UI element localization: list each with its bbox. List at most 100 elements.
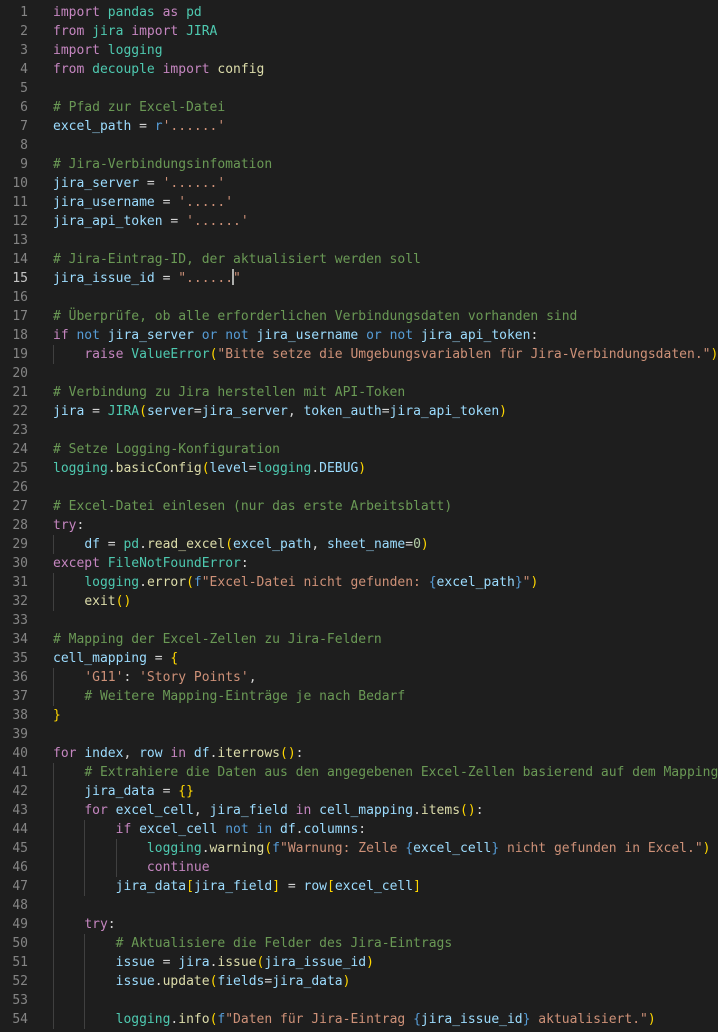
code-line[interactable]: 21 # Verbindung zu Jira herstellen mit AP…	[0, 383, 718, 402]
code-text: issue.update(fields=jira_data)	[53, 972, 351, 991]
code-token: ]	[272, 879, 281, 894]
code-line[interactable]: 35 cell_mapping = {	[0, 649, 718, 668]
code-line[interactable]: 12 jira_api_token = '......'	[0, 212, 718, 231]
line-number: 40	[12, 746, 28, 761]
code-line[interactable]: 32 exit()	[0, 592, 718, 611]
code-text: }	[53, 706, 61, 725]
code-line[interactable]: 24 # Setze Logging-Konfiguration	[0, 440, 718, 459]
code-line[interactable]: 11 jira_username = '.....'	[0, 193, 718, 212]
code-line[interactable]: 48	[0, 896, 718, 915]
code-line[interactable]: 34 # Mapping der Excel-Zellen zu Jira-Fel…	[0, 630, 718, 649]
code-line[interactable]: 40 for index, row in df.iterrows():	[0, 744, 718, 763]
code-line[interactable]: 41 # Extrahiere die Daten aus den angege…	[0, 763, 718, 782]
code-line[interactable]: 37 # Weitere Mapping-Einträge je nach Be…	[0, 687, 718, 706]
code-token: error	[146, 575, 187, 590]
line-number: 38	[12, 708, 28, 723]
line-number: 47	[12, 879, 28, 894]
code-token: not	[389, 328, 414, 343]
code-token: index	[84, 746, 124, 761]
code-text: exit()	[53, 592, 131, 611]
code-line[interactable]: 20	[0, 364, 718, 383]
code-token: except	[53, 556, 100, 571]
code-editor[interactable]: 1 import pandas as pd 2 from jira import JI…	[0, 0, 718, 1032]
code-token: {	[170, 651, 179, 666]
code-line[interactable]: 33	[0, 611, 718, 630]
code-line[interactable]: 3 import logging	[0, 41, 718, 60]
code-token: logging	[84, 575, 140, 590]
code-line[interactable]: 9 # Jira-Verbindungsinfomation	[0, 155, 718, 174]
code-line[interactable]: 1 import pandas as pd	[0, 3, 718, 22]
code-line[interactable]: 25 logging.basicConfig(level=logging.DEBU…	[0, 459, 718, 478]
code-text: # Jira-Verbindungsinfomation	[53, 155, 272, 174]
code-text: from decouple import config	[53, 60, 264, 79]
code-line[interactable]: 53	[0, 991, 718, 1010]
code-line[interactable]: 52 issue.update(fields=jira_data)	[0, 972, 718, 991]
code-line[interactable]: 28 try:	[0, 516, 718, 535]
code-line[interactable]: 29 df = pd.read_excel(excel_path, sheet_…	[0, 535, 718, 554]
code-token: read_excel	[146, 537, 226, 552]
code-line[interactable]: 44 if excel_cell not in df.columns:	[0, 820, 718, 839]
code-line[interactable]: 31 logging.error(f"Excel-Datei nicht gef…	[0, 573, 718, 592]
code-token: excel_cell	[115, 803, 194, 818]
code-token: jira	[92, 24, 124, 39]
line-number: 44	[12, 822, 28, 837]
code-line[interactable]: 6 # Pfad zur Excel-Datei	[0, 98, 718, 117]
code-token: )	[499, 404, 507, 419]
code-token: jira_field	[209, 803, 288, 818]
code-line[interactable]: 54 logging.info(f"Daten für Jira-Eintrag…	[0, 1010, 718, 1029]
line-number: 46	[12, 860, 28, 875]
line-number: 34	[12, 632, 28, 647]
code-line[interactable]: 46 continue	[0, 858, 718, 877]
code-line[interactable]: 39	[0, 725, 718, 744]
code-line[interactable]: 45 logging.warning(f"Warnung: Zelle {exc…	[0, 839, 718, 858]
code-token: jira_data	[115, 879, 187, 894]
code-line[interactable]: 15 jira_issue_id = "......"	[0, 269, 718, 288]
code-token: iterrows	[217, 746, 281, 761]
code-line[interactable]: 7 excel_path = r'......'	[0, 117, 718, 136]
code-token: =	[264, 974, 273, 989]
code-line[interactable]: 18 if not jira_server or not jira_usernam…	[0, 326, 718, 345]
code-line[interactable]: 19 raise ValueError("Bitte setze die Umg…	[0, 345, 718, 364]
code-line[interactable]: 23	[0, 421, 718, 440]
code-line[interactable]: 30 except FileNotFoundError:	[0, 554, 718, 573]
code-line[interactable]: 16	[0, 288, 718, 307]
code-line[interactable]: 43 for excel_cell, jira_field in cell_ma…	[0, 801, 718, 820]
code-token: # Aktualisiere die Felder des Jira-Eintr…	[115, 936, 453, 951]
code-line[interactable]: 26	[0, 478, 718, 497]
code-lines[interactable]: 1 import pandas as pd 2 from jira import JI…	[0, 3, 718, 1029]
line-number: 6	[20, 100, 28, 115]
code-line[interactable]: 50 # Aktualisiere die Felder des Jira-Ei…	[0, 934, 718, 953]
line-number: 7	[20, 119, 28, 134]
code-line[interactable]: 38}	[0, 706, 718, 725]
code-line[interactable]: 8	[0, 136, 718, 155]
code-line[interactable]: 5	[0, 79, 718, 98]
code-line[interactable]: 49 try:	[0, 915, 718, 934]
code-line[interactable]: 10 jira_server = '......'	[0, 174, 718, 193]
code-line[interactable]: 47 jira_data[jira_field] = row[excel_cel…	[0, 877, 718, 896]
code-line[interactable]: 2 from jira import JIRA	[0, 22, 718, 41]
code-token: jira	[178, 955, 210, 970]
code-text: if excel_cell not in df.columns:	[53, 820, 367, 839]
code-token: =	[280, 879, 304, 894]
code-token: )	[342, 974, 351, 989]
code-line[interactable]: 42 jira_data = {}	[0, 782, 718, 801]
code-token: logging	[115, 1012, 171, 1027]
code-line[interactable]: 13	[0, 231, 718, 250]
code-line[interactable]: 14 # Jira-Eintrag-ID, der aktualisiert we…	[0, 250, 718, 269]
code-line[interactable]: 51 issue = jira.issue(jira_issue_id)	[0, 953, 718, 972]
code-line[interactable]: 22 jira = JIRA(server=jira_server, token_…	[0, 402, 718, 421]
line-number: 37	[12, 689, 28, 704]
code-line[interactable]: 4 from decouple import config	[0, 60, 718, 79]
code-token: nicht gefunden in Excel."	[499, 841, 703, 856]
code-text: # Pfad zur Excel-Datei	[53, 98, 225, 117]
code-line[interactable]: 27 # Excel-Datei einlesen (nur das erste …	[0, 497, 718, 516]
code-token: cell_mapping	[319, 803, 414, 818]
code-line[interactable]: 36 'G11': 'Story Points',	[0, 668, 718, 687]
code-line[interactable]: 17 # Überprüfe, ob alle erforderlichen Ve…	[0, 307, 718, 326]
